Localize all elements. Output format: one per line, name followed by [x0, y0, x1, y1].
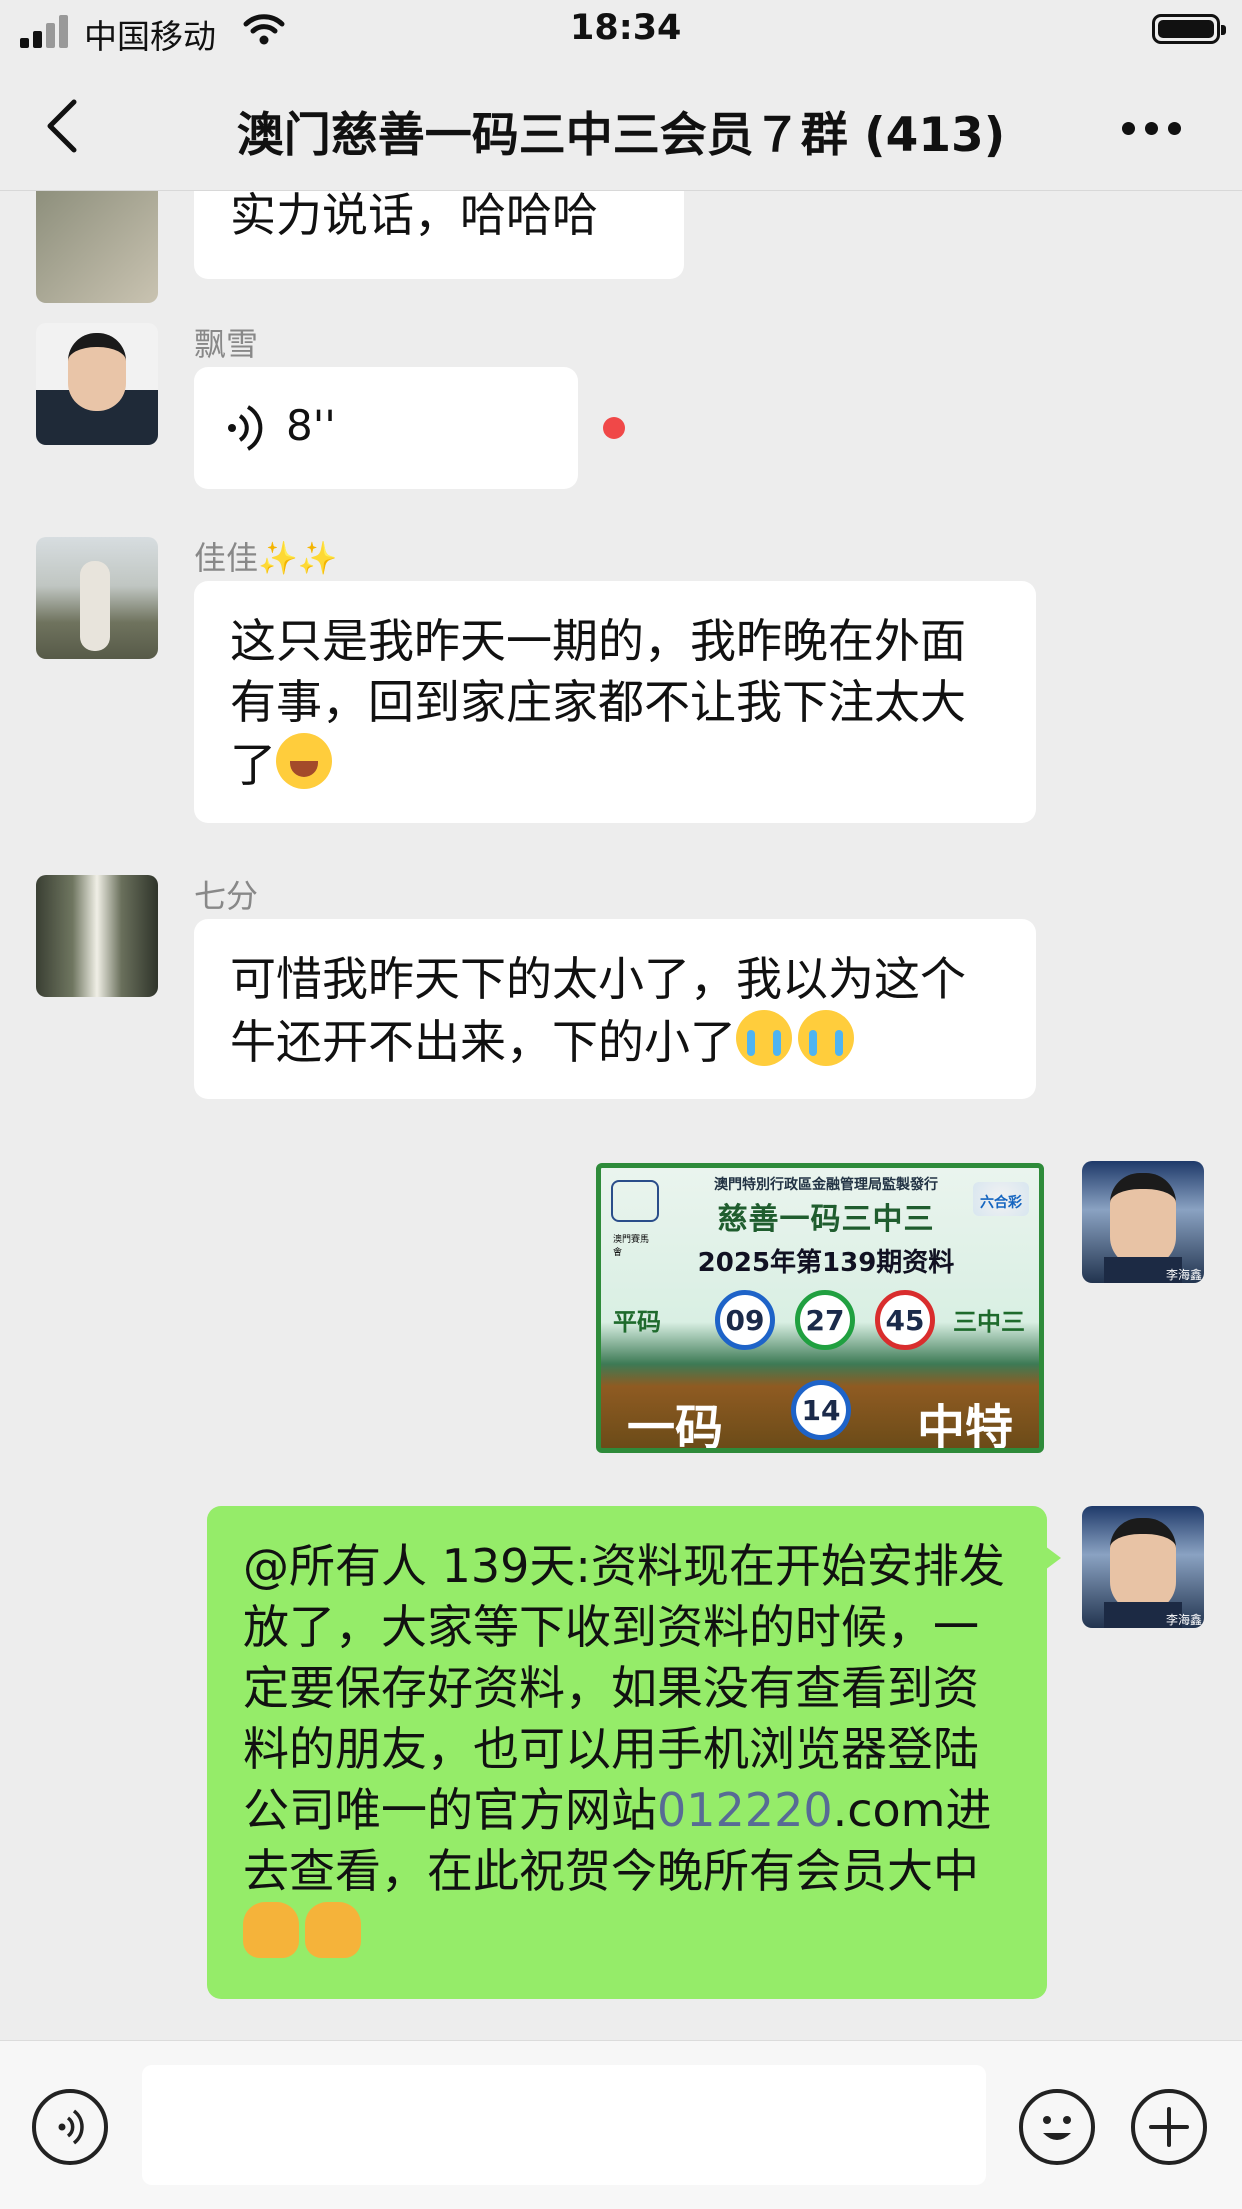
number-ball: 09	[715, 1290, 775, 1350]
image-bottom-right: 中特	[916, 1400, 1013, 1453]
image-bottom-left: 一码	[627, 1400, 724, 1453]
mark-six-logo: 六合彩	[973, 1182, 1029, 1216]
message-text: 实力说话，哈哈哈	[230, 191, 598, 242]
back-button[interactable]	[40, 96, 88, 156]
number-ball: 27	[795, 1290, 855, 1350]
carrier-name: 中国移动	[84, 17, 216, 56]
voice-duration: 8''	[286, 401, 336, 450]
avatar-label: 李海鑫	[1165, 1268, 1202, 1282]
avatar[interactable]	[36, 191, 158, 303]
voice-input-button[interactable]	[32, 2089, 108, 2165]
image-left-label: 平码	[613, 1308, 661, 1336]
jockey-club-logo: 澳門賽馬會	[611, 1180, 659, 1258]
message-row: 飘雪 8''	[0, 319, 1242, 509]
message-input[interactable]	[142, 2065, 986, 2185]
sender-name: 佳佳✨✨	[194, 539, 338, 577]
image-header: 澳門特別行政區金融管理局監製發行	[714, 1177, 938, 1193]
cry-emoji-icon	[798, 1010, 854, 1066]
my-avatar[interactable]: 李海鑫	[1082, 1161, 1204, 1283]
image-right-label: 三中三	[953, 1308, 1025, 1336]
message-bubble[interactable]: 可惜我昨天下的太小了，我以为这个牛还开不出来，下的小了	[194, 919, 1036, 1099]
status-time: 18:34	[570, 8, 682, 48]
message-bubble[interactable]: 这只是我昨天一期的，我昨晚在外面有事，回到家庄家都不让我下注太大了	[194, 581, 1036, 823]
add-button[interactable]	[1131, 2089, 1207, 2165]
unread-dot	[603, 417, 625, 439]
avatar[interactable]	[36, 875, 158, 997]
voice-icon	[58, 2109, 84, 2145]
status-bar: 中国移动 18:34	[0, 0, 1242, 62]
lottery-image[interactable]: 澳門賽馬會 澳門特別行政區金融管理局監製發行 六合彩 慈善一码三中三 2025年…	[596, 1163, 1044, 1453]
input-bar	[0, 2040, 1242, 2209]
avatar[interactable]	[36, 537, 158, 659]
my-avatar[interactable]: 李海鑫	[1082, 1506, 1204, 1628]
website-link[interactable]: 012220	[657, 1783, 833, 1837]
avatar[interactable]	[36, 323, 158, 445]
sender-name: 飘雪	[194, 325, 259, 363]
sender-name: 七分	[194, 877, 259, 915]
handshake-emoji-icon	[305, 1902, 361, 1958]
chat-title: 澳门慈善一码三中三会员７群 (413)	[236, 108, 1006, 163]
message-row: 七分 可惜我昨天下的太小了，我以为这个牛还开不出来，下的小了	[0, 871, 1242, 1111]
avatar-label: 李海鑫	[1165, 1613, 1202, 1627]
ellipsis-icon	[1122, 122, 1135, 135]
signal-icon	[20, 14, 72, 48]
plus-icon	[1149, 2107, 1189, 2147]
message-text: 这只是我昨天一期的，我昨晚在外面有事，回到家庄家都不让我下注太大了	[230, 614, 966, 792]
message-bubble[interactable]: 实力说话，哈哈哈	[194, 191, 684, 279]
image-title: 慈善一码三中三	[717, 1202, 935, 1237]
wifi-icon	[243, 14, 285, 45]
message-list[interactable]: 实力说话，哈哈哈 飘雪 8'' 佳佳✨✨ 这只是我昨天一期的，我昨晚在外面有事，…	[0, 191, 1242, 2039]
message-text: 可惜我昨天下的太小了，我以为这个牛还开不出来，下的小了	[230, 952, 966, 1069]
cry-emoji-icon	[736, 1010, 792, 1066]
number-ball: 45	[875, 1290, 935, 1350]
emoji-button[interactable]	[1019, 2089, 1095, 2165]
smile-icon	[1043, 2116, 1071, 2140]
voice-message[interactable]: 8''	[194, 367, 578, 489]
more-button[interactable]	[1122, 122, 1182, 136]
special-ball: 14	[791, 1380, 851, 1440]
chat-header: 澳门慈善一码三中三会员７群 (413)	[0, 62, 1242, 191]
image-subtitle: 2025年第139期资料	[697, 1248, 955, 1278]
message-row: 佳佳✨✨ 这只是我昨天一期的，我昨晚在外面有事，回到家庄家都不让我下注太大了	[0, 533, 1242, 833]
message-bubble[interactable]: @所有人 139天:资料现在开始安排发放了，大家等下收到资料的时候，一定要保存好…	[207, 1506, 1061, 1999]
laugh-emoji-icon	[276, 733, 332, 789]
voice-wave-icon	[228, 405, 263, 451]
battery-icon	[1152, 14, 1226, 44]
handshake-emoji-icon	[243, 1902, 299, 1958]
